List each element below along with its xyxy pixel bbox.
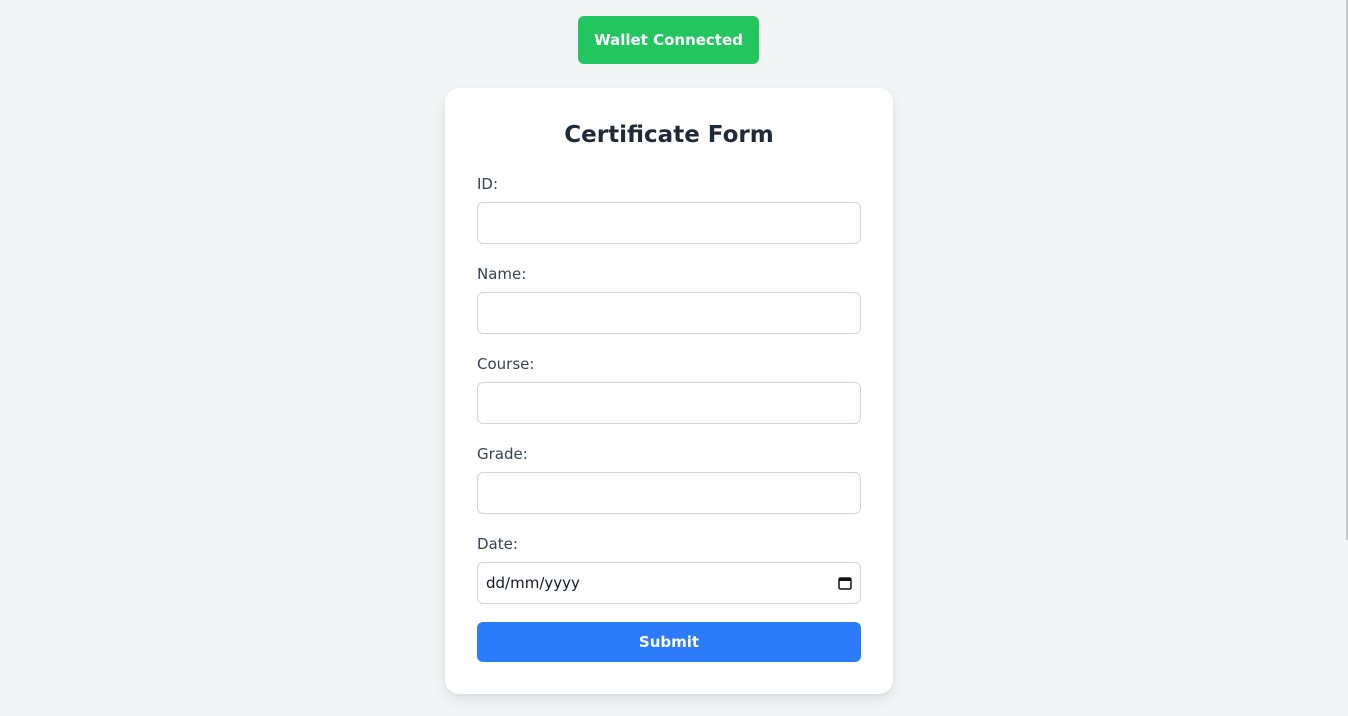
name-label: Name: <box>477 265 527 283</box>
wallet-connected-button[interactable]: Wallet Connected <box>578 16 759 64</box>
page: Wallet Connected Certificate Form ID: Na… <box>0 0 1348 716</box>
course-field-group: Course: <box>477 354 861 424</box>
id-label: ID: <box>477 175 499 193</box>
submit-button[interactable]: Submit <box>477 622 861 662</box>
name-input[interactable] <box>477 292 861 334</box>
course-input[interactable] <box>477 382 861 424</box>
id-input[interactable] <box>477 202 861 244</box>
date-input-value: dd/mm/yyyy <box>486 574 580 592</box>
grade-field-group: Grade: <box>477 444 861 514</box>
course-label: Course: <box>477 355 535 373</box>
certificate-form-card: Certificate Form ID: Name: Course: Grade… <box>445 88 893 694</box>
grade-input[interactable] <box>477 472 861 514</box>
date-label: Date: <box>477 535 518 553</box>
form-title: Certificate Form <box>564 122 774 148</box>
calendar-icon[interactable] <box>838 576 852 590</box>
date-field-group: Date: dd/mm/yyyy <box>477 534 861 604</box>
name-field-group: Name: <box>477 264 861 334</box>
id-field-group: ID: <box>477 174 861 244</box>
grade-label: Grade: <box>477 445 528 463</box>
date-input[interactable]: dd/mm/yyyy <box>477 562 861 604</box>
